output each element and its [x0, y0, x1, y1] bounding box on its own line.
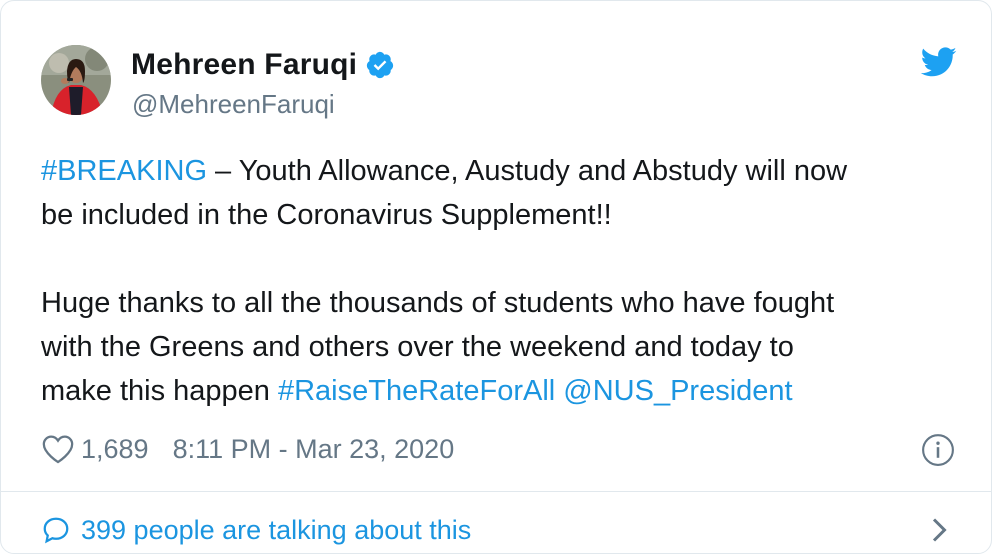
conversation-link[interactable]: 399 people are talking about this [41, 511, 471, 549]
twitter-bird-icon[interactable] [919, 46, 957, 78]
tweet-timestamp[interactable]: 8:11 PM - Mar 23, 2020 [173, 434, 455, 465]
tweet-body: #BREAKING – Youth Allowance, Austudy and… [41, 149, 951, 413]
author-name[interactable]: Mehreen Faruqi [131, 48, 357, 82]
like-count[interactable]: 1,689 [81, 434, 149, 465]
verified-badge-icon [365, 50, 395, 80]
speech-bubble-icon [41, 515, 71, 545]
hashtag-breaking-link[interactable]: #BREAKING [41, 155, 207, 187]
divider [1, 491, 991, 492]
mention-nus-president-link[interactable]: @NUS_President [563, 375, 792, 407]
chevron-right-icon[interactable] [929, 515, 951, 545]
tweet-meta-row: 1,689 8:11 PM - Mar 23, 2020 [41, 429, 454, 469]
heart-icon[interactable] [41, 433, 75, 465]
avatar[interactable] [41, 45, 111, 115]
tweet-card: Mehreen Faruqi @MehreenFaruqi #BREAKING … [0, 0, 992, 554]
avatar-image [41, 45, 111, 115]
info-icon[interactable] [921, 433, 955, 467]
author-name-row[interactable]: Mehreen Faruqi [131, 48, 395, 82]
talking-about-text[interactable]: 399 people are talking about this [81, 515, 471, 546]
hashtag-raisetherateforall-link[interactable]: #RaiseTheRateForAll [278, 375, 555, 407]
author-handle[interactable]: @MehreenFaruqi [132, 89, 335, 120]
tweet-text: – Youth Allowance, Austudy and Abstudy w… [41, 155, 848, 407]
